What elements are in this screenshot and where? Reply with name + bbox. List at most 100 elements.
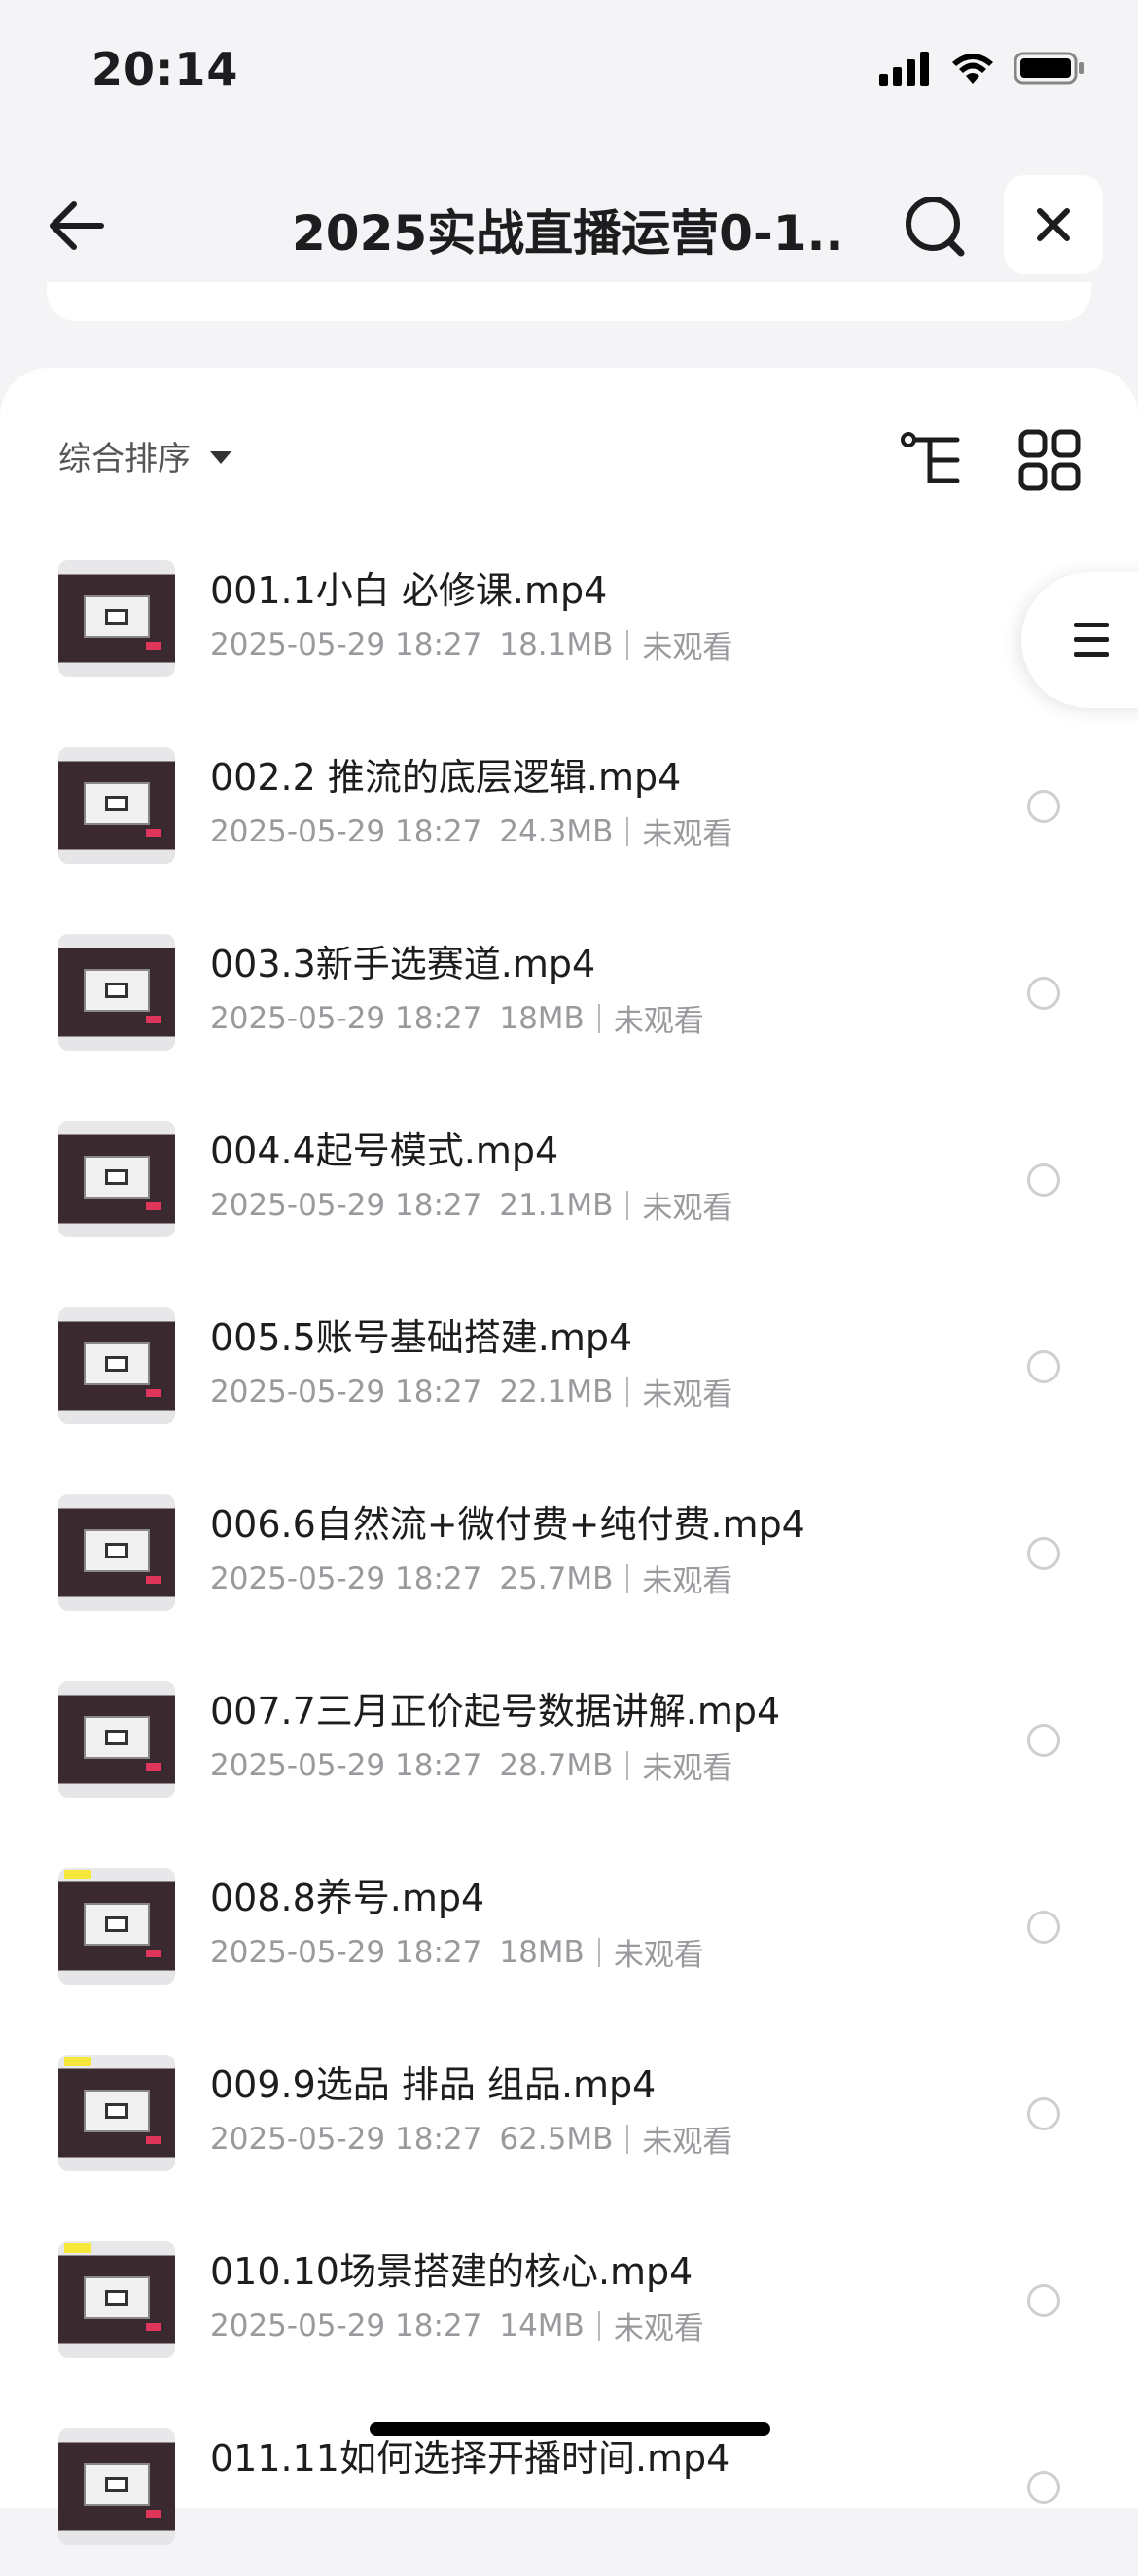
meta-divider <box>597 2310 600 2341</box>
file-name: 009.9选品 排品 组品.mp4 <box>210 2063 657 2106</box>
meta-divider <box>597 1937 600 1967</box>
meta-divider <box>626 1563 629 1593</box>
cellular-signal-icon <box>879 52 929 86</box>
file-date: 2025-05-29 18:27 <box>210 1560 482 1596</box>
file-meta: 2025-05-29 18:27 25.7MB 未观看 <box>210 1556 732 1600</box>
file-row[interactable]: 003.3新手选赛道.mp4 2025-05-29 18:27 18MB 未观看 <box>0 895 1138 1082</box>
wifi-icon <box>952 54 993 84</box>
file-size: 24.3MB <box>499 813 614 849</box>
file-date: 2025-05-29 18:27 <box>210 2308 482 2343</box>
meta-divider <box>626 1190 629 1220</box>
select-radio[interactable] <box>1027 1163 1060 1197</box>
file-sheet: 综合排序 001.1小白 必修课.mp4 2025-05-29 18:27 18… <box>0 368 1138 2545</box>
watch-status: 未观看 <box>642 630 733 665</box>
file-date: 2025-05-29 18:27 <box>210 2121 482 2157</box>
select-radio[interactable] <box>1027 1350 1060 1383</box>
file-row[interactable]: 006.6自然流+微付费+纯付费.mp4 2025-05-29 18:27 25… <box>0 1455 1138 1642</box>
caret-down-icon <box>210 451 231 464</box>
video-thumbnail <box>58 747 175 864</box>
file-meta: 2025-05-29 18:27 14MB 未观看 <box>210 2304 704 2347</box>
file-meta: 2025-05-29 18:27 28.7MB 未观看 <box>210 1743 732 1787</box>
meta-divider <box>626 1750 629 1780</box>
file-row[interactable]: 010.10场景搭建的核心.mp4 2025-05-29 18:27 14MB … <box>0 2202 1138 2389</box>
file-row[interactable]: 005.5账号基础搭建.mp4 2025-05-29 18:27 22.1MB … <box>0 1269 1138 1455</box>
video-thumbnail <box>58 1681 175 1798</box>
file-row[interactable]: 002.2 推流的底层逻辑.mp4 2025-05-29 18:27 24.3M… <box>0 708 1138 895</box>
file-date: 2025-05-29 18:27 <box>210 1187 482 1223</box>
meta-divider <box>626 816 629 846</box>
grid-icon <box>1018 429 1081 491</box>
video-thumbnail <box>58 560 175 677</box>
watch-status: 未观看 <box>642 2125 733 2160</box>
file-list: 001.1小白 必修课.mp4 2025-05-29 18:27 18.1MB … <box>0 521 1138 2576</box>
sort-dropdown[interactable]: 综合排序 <box>58 432 231 480</box>
status-bar: 20:14 <box>0 0 1138 146</box>
menu-lines-icon <box>1074 623 1109 666</box>
file-size: 18.1MB <box>499 626 614 662</box>
file-size: 18MB <box>499 1934 585 1970</box>
file-row[interactable]: 007.7三月正价起号数据讲解.mp4 2025-05-29 18:27 28.… <box>0 1642 1138 1829</box>
select-radio[interactable] <box>1027 790 1060 823</box>
file-date: 2025-05-29 18:27 <box>210 1000 482 1036</box>
status-icons <box>879 51 1085 86</box>
file-size: 18MB <box>499 1000 585 1036</box>
nav-bar: 2025实战直播运营0-1... <box>0 165 1138 282</box>
file-row[interactable]: 004.4起号模式.mp4 2025-05-29 18:27 21.1MB 未观… <box>0 1082 1138 1269</box>
file-name: 002.2 推流的底层逻辑.mp4 <box>210 756 682 799</box>
file-name: 005.5账号基础搭建.mp4 <box>210 1316 633 1359</box>
search-icon <box>906 197 965 257</box>
close-icon <box>1037 208 1070 241</box>
file-size: 21.1MB <box>499 1187 614 1223</box>
file-meta: 2025-05-29 18:27 24.3MB 未观看 <box>210 809 732 853</box>
meta-divider <box>626 2124 629 2154</box>
tree-structure-icon <box>901 432 960 483</box>
file-date: 2025-05-29 18:27 <box>210 1747 482 1783</box>
file-size: 62.5MB <box>499 2121 614 2157</box>
sort-label: 综合排序 <box>58 440 191 479</box>
close-button[interactable] <box>1004 175 1103 274</box>
select-radio[interactable] <box>1027 2097 1060 2130</box>
file-size: 14MB <box>499 2308 585 2343</box>
file-row[interactable]: 008.8养号.mp4 2025-05-29 18:27 18MB 未观看 <box>0 1829 1138 2016</box>
select-radio[interactable] <box>1027 1911 1060 1944</box>
file-row[interactable]: 009.9选品 排品 组品.mp4 2025-05-29 18:27 62.5M… <box>0 2016 1138 2202</box>
header-card-edge <box>47 282 1091 321</box>
list-toolbar: 综合排序 <box>0 407 1138 504</box>
video-thumbnail <box>58 1868 175 1985</box>
file-row[interactable]: 001.1小白 必修课.mp4 2025-05-29 18:27 18.1MB … <box>0 521 1138 708</box>
tree-view-button[interactable] <box>899 426 967 494</box>
video-thumbnail <box>58 2428 175 2545</box>
meta-divider <box>626 629 629 660</box>
grid-view-button[interactable] <box>1015 426 1084 494</box>
file-name: 011.11如何选择开播时间.mp4 <box>210 2437 730 2480</box>
file-size: 28.7MB <box>499 1747 614 1783</box>
home-indicator <box>370 2422 770 2436</box>
select-radio[interactable] <box>1027 2284 1060 2317</box>
file-size: 25.7MB <box>499 1560 614 1596</box>
select-radio[interactable] <box>1027 2471 1060 2504</box>
watch-status: 未观看 <box>613 2311 704 2346</box>
select-radio[interactable] <box>1027 1537 1060 1570</box>
select-radio[interactable] <box>1027 977 1060 1010</box>
back-button[interactable] <box>43 191 113 261</box>
video-thumbnail <box>58 2055 175 2171</box>
file-name: 001.1小白 必修课.mp4 <box>210 569 608 612</box>
file-name: 010.10场景搭建的核心.mp4 <box>210 2250 693 2293</box>
file-meta: 2025-05-29 18:27 21.1MB 未观看 <box>210 1183 732 1227</box>
watch-status: 未观看 <box>642 1191 733 1226</box>
file-date: 2025-05-29 18:27 <box>210 1934 482 1970</box>
file-name: 004.4起号模式.mp4 <box>210 1129 559 1172</box>
video-thumbnail <box>58 2241 175 2358</box>
file-meta: 2025-05-29 18:27 18.1MB 未观看 <box>210 623 732 666</box>
file-meta: 2025-05-29 18:27 18MB 未观看 <box>210 996 704 1040</box>
watch-status: 未观看 <box>613 1004 704 1039</box>
select-radio[interactable] <box>1027 1724 1060 1757</box>
search-button[interactable] <box>899 189 973 263</box>
watch-status: 未观看 <box>642 817 733 852</box>
file-row[interactable]: 011.11如何选择开播时间.mp4 <box>0 2389 1138 2576</box>
arrow-left-icon <box>50 201 104 250</box>
file-name: 006.6自然流+微付费+纯付费.mp4 <box>210 1503 805 1546</box>
video-thumbnail <box>58 1494 175 1611</box>
file-date: 2025-05-29 18:27 <box>210 813 482 849</box>
file-date: 2025-05-29 18:27 <box>210 626 482 662</box>
